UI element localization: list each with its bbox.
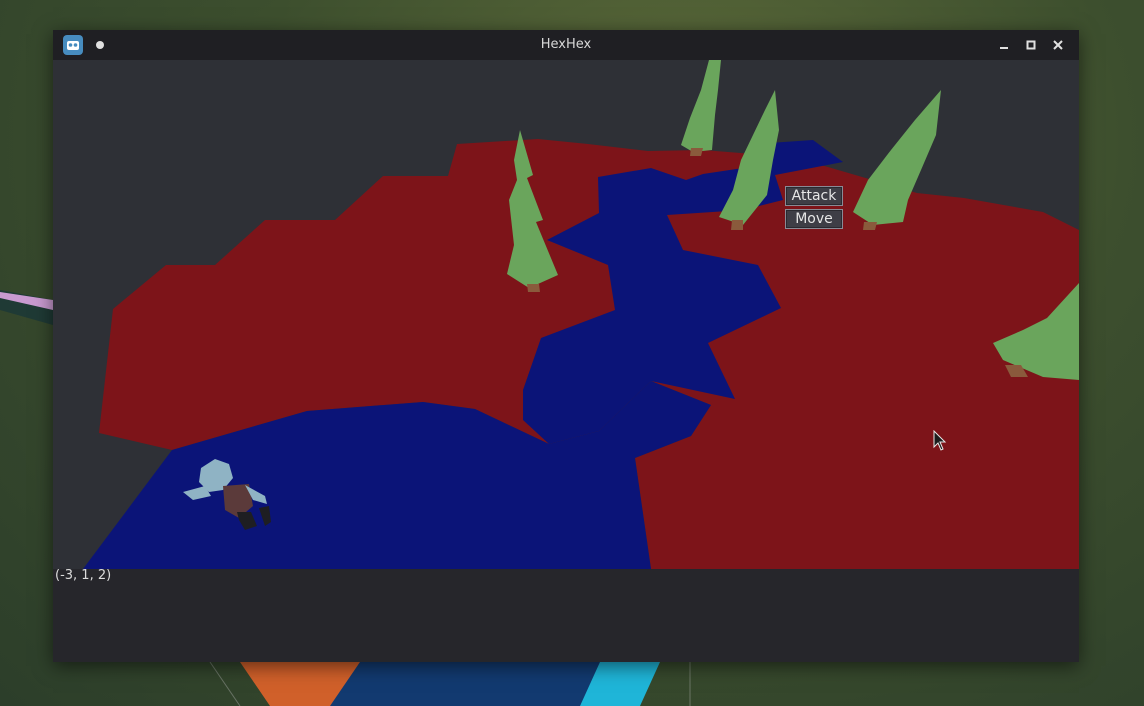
hovered-coordinate-label: (-3, 1, 2) — [55, 568, 112, 583]
minimize-icon[interactable] — [993, 34, 1015, 56]
mouse-cursor-icon — [933, 430, 947, 451]
window-title: HexHex — [540, 37, 592, 52]
move-button[interactable]: Move — [785, 209, 843, 229]
game-window: HexHex Attack Move (-3, 1, 2) — [53, 30, 1079, 662]
tree-2 — [681, 60, 721, 156]
attack-button[interactable]: Attack — [785, 186, 843, 206]
game-viewport[interactable]: Attack Move — [53, 60, 1079, 569]
close-icon[interactable] — [1047, 34, 1069, 56]
unit-action-menu: Attack Move — [785, 186, 843, 229]
maximize-icon[interactable] — [1020, 34, 1042, 56]
title-bar[interactable]: HexHex — [53, 30, 1079, 60]
